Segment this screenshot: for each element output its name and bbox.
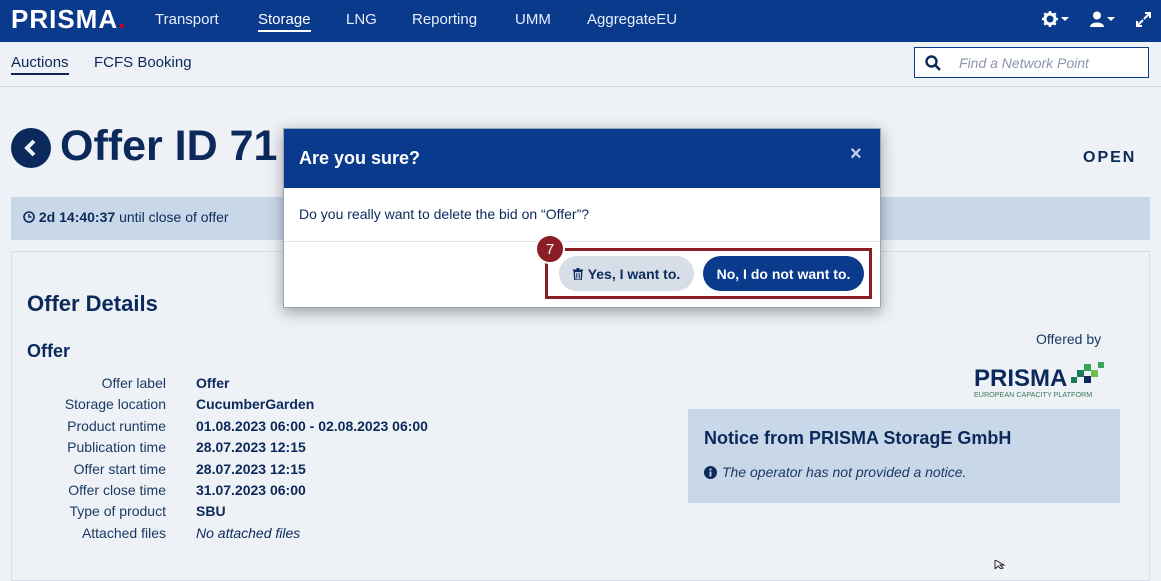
trash-icon	[572, 267, 583, 280]
dialog-message: Do you really want to delete the bid on …	[299, 206, 590, 222]
confirm-delete-label: Yes, I want to.	[587, 265, 681, 282]
close-icon[interactable]: ×	[850, 143, 862, 166]
confirm-delete-button[interactable]: Yes, I want to.	[559, 256, 694, 291]
cancel-delete-button[interactable]: No, I do not want to.	[703, 256, 864, 291]
step-marker: 7	[535, 234, 565, 264]
dialog-header: Are you sure? ×	[284, 129, 880, 188]
dialog-divider	[284, 241, 880, 242]
dialog-title: Are you sure?	[299, 148, 421, 168]
